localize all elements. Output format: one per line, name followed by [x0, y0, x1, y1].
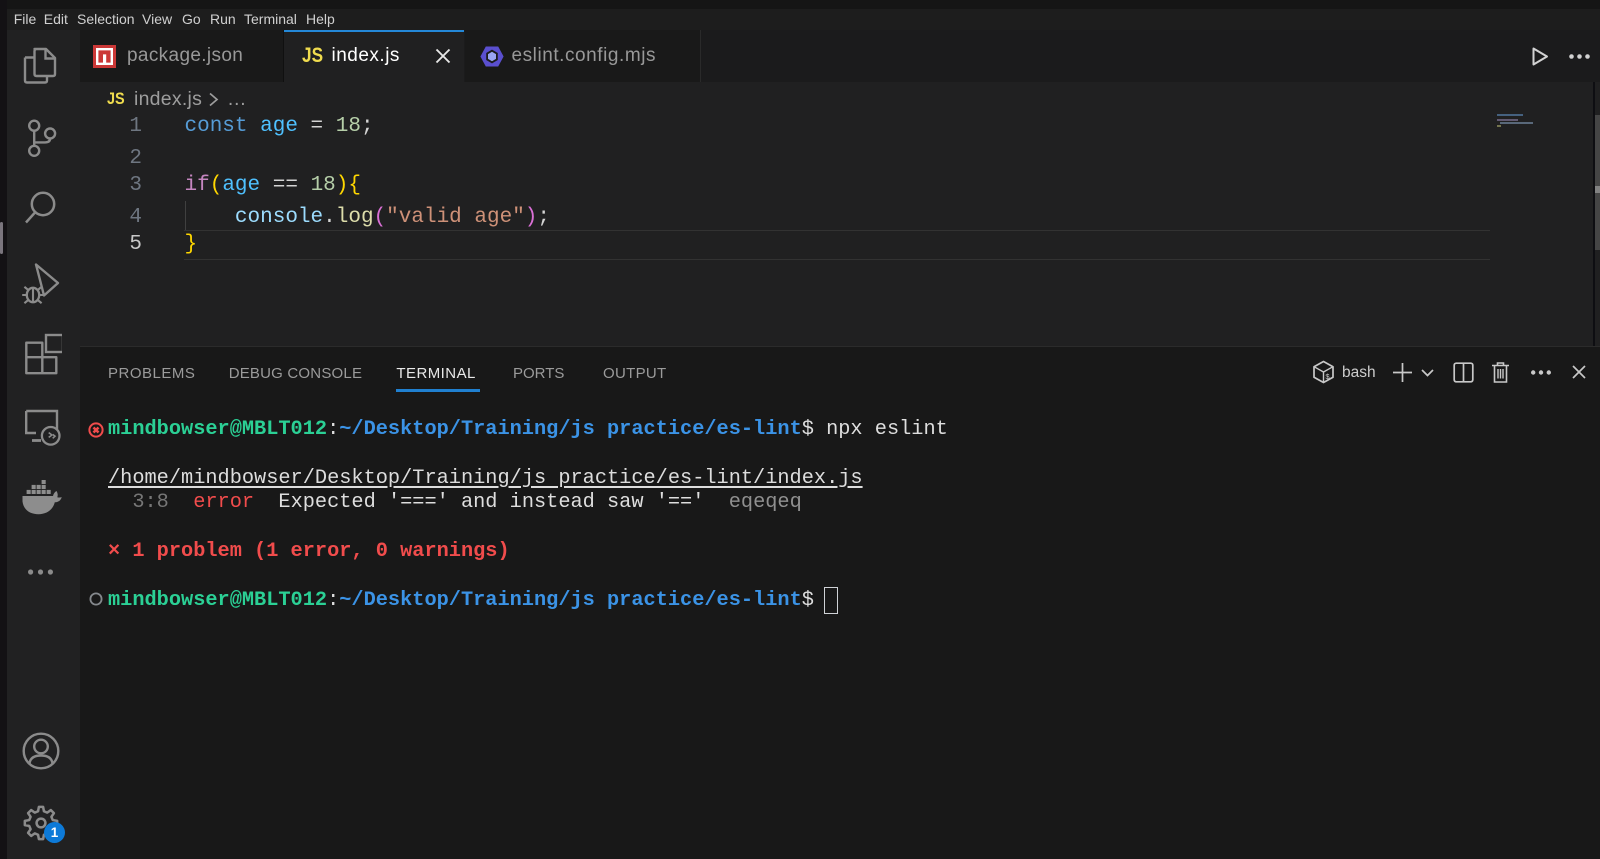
svg-text:$: $: [1325, 374, 1330, 382]
